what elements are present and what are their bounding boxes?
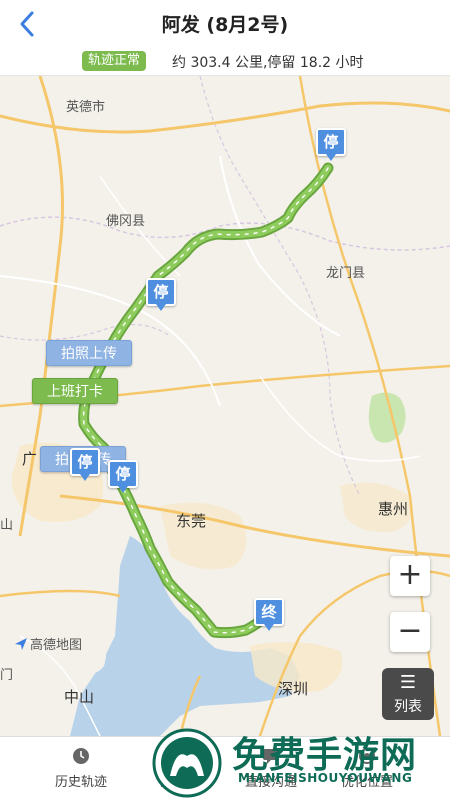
page-title: 阿发 (8月2号) [161,14,289,36]
map-view[interactable]: 英德市 佛冈县 龙门县 惠州 东莞 深圳 中山 广 山 门 拍照上传 上班打卡 … [0,76,450,736]
list-view-label: 列表 [394,699,422,715]
stop-marker-label: 停 [146,278,176,306]
end-marker[interactable]: 终 [254,598,284,632]
place-label-fogang: 佛冈县 [106,214,146,229]
stop-marker-label: 停 [316,128,346,156]
photo-upload-callout[interactable]: 拍照上传 [46,340,132,366]
place-label-yingde: 英德市 [66,100,106,115]
track-summary-bar: 轨迹正常 约 303.4 公里,停留 18.2 小时 [0,46,450,76]
map-brand: 高德地图 [14,634,82,653]
list-view-button[interactable]: ☰ 列表 [382,668,434,720]
place-label-guangzhou: 广 [22,450,38,468]
place-label-fragment-shan: 山 [0,518,14,533]
stop-marker-label: 停 [108,460,138,488]
track-summary-text: 约 303.4 公里,停留 18.2 小时 [172,55,364,71]
clock-icon [73,748,89,764]
place-label-huizhou: 惠州 [378,500,409,518]
watermark-subtext: MIANFEISHOUYOUWANG [238,771,413,785]
watermark-logo [152,728,222,798]
stop-marker[interactable]: 停 [70,448,100,482]
zoom-out-button[interactable]: − [390,612,430,652]
tab-label: 历史轨迹 [54,775,107,790]
stop-marker[interactable]: 停 [316,128,346,162]
stop-marker[interactable]: 停 [146,278,176,312]
place-label-shenzhen: 深圳 [278,680,309,698]
nav-bar: 阿发 (8月2号) [0,0,450,46]
tab-history-track[interactable]: 历史轨迹 [36,743,126,795]
zoom-in-button[interactable]: + [390,556,430,596]
map-brand-label: 高德地图 [30,638,83,653]
place-label-zhongshan: 中山 [64,688,95,706]
stop-marker-label: 停 [70,448,100,476]
place-label-longmen: 龙门县 [326,266,366,281]
end-marker-label: 终 [254,598,284,626]
navigation-arrow-icon [15,638,27,650]
stop-marker[interactable]: 停 [108,460,138,494]
list-icon: ☰ [399,672,417,693]
sea-area [70,536,300,736]
place-label-dongguan: 东莞 [176,512,207,530]
place-label-fragment-men: 门 [0,668,14,683]
status-badge: 轨迹正常 [82,51,147,71]
check-in-callout[interactable]: 上班打卡 [32,378,118,404]
